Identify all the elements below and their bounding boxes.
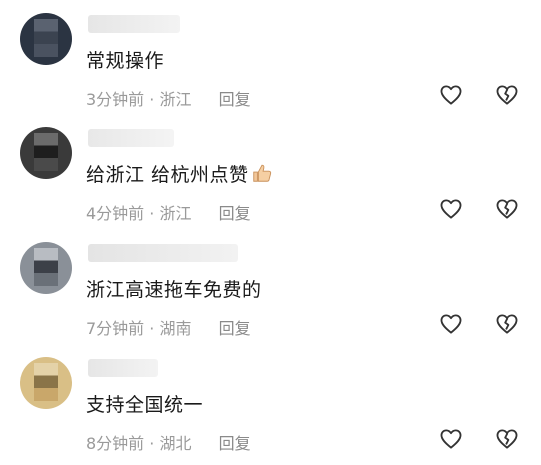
username-blurred[interactable] bbox=[88, 244, 238, 262]
comment-location: 湖南 bbox=[159, 319, 192, 338]
broken-heart-icon[interactable] bbox=[496, 429, 518, 449]
username-blurred[interactable] bbox=[88, 15, 180, 33]
reply-button[interactable]: 回复 bbox=[219, 204, 251, 223]
comment-item: 浙江高速拖车免费的 7分钟前 · 湖南 回复 bbox=[0, 242, 541, 352]
avatar[interactable] bbox=[20, 127, 72, 179]
username-blurred[interactable] bbox=[88, 359, 158, 377]
meta-separator: · bbox=[149, 434, 155, 453]
comment-text: 给浙江 给杭州点赞 bbox=[86, 160, 273, 187]
meta-separator: · bbox=[149, 319, 155, 338]
heart-icon[interactable] bbox=[440, 429, 462, 449]
username-blurred[interactable] bbox=[88, 129, 174, 147]
comment-time: 8分钟前 bbox=[86, 434, 145, 453]
broken-heart-icon[interactable] bbox=[496, 85, 518, 105]
comment-location: 浙江 bbox=[159, 90, 192, 109]
meta-separator: · bbox=[149, 90, 155, 109]
comment-item: 给浙江 给杭州点赞 4分钟前 · 浙江 回复 bbox=[0, 127, 541, 237]
comment-meta: 7分钟前 · 湖南 回复 bbox=[86, 315, 251, 339]
comment-meta: 8分钟前 · 湖北 回复 bbox=[86, 430, 251, 454]
broken-heart-icon[interactable] bbox=[496, 199, 518, 219]
reply-button[interactable]: 回复 bbox=[219, 434, 251, 453]
heart-icon[interactable] bbox=[440, 85, 462, 105]
comment-item: 常规操作 3分钟前 · 浙江 回复 bbox=[0, 13, 541, 123]
comment-location: 浙江 bbox=[159, 204, 192, 223]
comment-text: 浙江高速拖车免费的 bbox=[86, 279, 262, 301]
comment-time: 4分钟前 bbox=[86, 204, 145, 223]
comment-text-content: 给浙江 给杭州点赞 bbox=[86, 164, 249, 186]
comment-time: 7分钟前 bbox=[86, 319, 145, 338]
thumbs-up-emoji-icon bbox=[251, 162, 273, 184]
avatar[interactable] bbox=[20, 357, 72, 409]
comment-meta: 3分钟前 · 浙江 回复 bbox=[86, 86, 251, 110]
comment-item: 支持全国统一 8分钟前 · 湖北 回复 bbox=[0, 357, 541, 465]
heart-icon[interactable] bbox=[440, 314, 462, 334]
meta-separator: · bbox=[149, 204, 155, 223]
heart-icon[interactable] bbox=[440, 199, 462, 219]
reply-button[interactable]: 回复 bbox=[219, 319, 251, 338]
broken-heart-icon[interactable] bbox=[496, 314, 518, 334]
reply-button[interactable]: 回复 bbox=[219, 90, 251, 109]
comment-text: 常规操作 bbox=[86, 50, 165, 72]
comment-location: 湖北 bbox=[159, 434, 192, 453]
comment-time: 3分钟前 bbox=[86, 90, 145, 109]
avatar[interactable] bbox=[20, 13, 72, 65]
comment-meta: 4分钟前 · 浙江 回复 bbox=[86, 200, 251, 224]
comment-text: 支持全国统一 bbox=[86, 394, 204, 416]
avatar[interactable] bbox=[20, 242, 72, 294]
